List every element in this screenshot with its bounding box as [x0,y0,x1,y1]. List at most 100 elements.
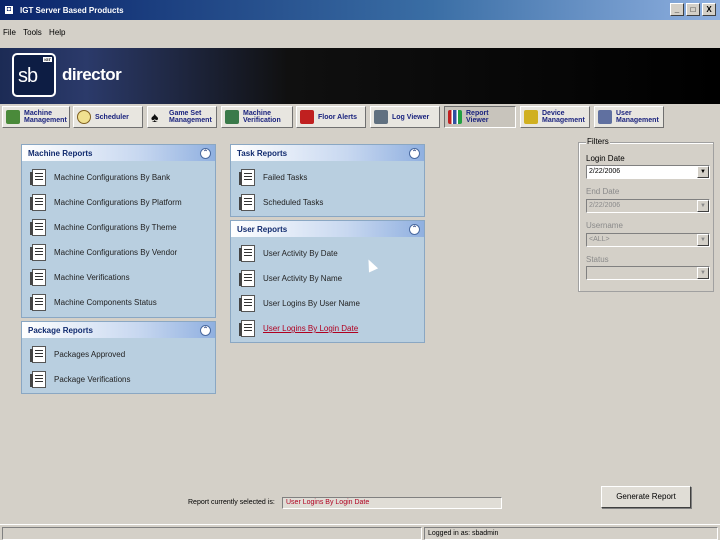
report-document-icon [239,295,255,312]
tb-label: Machine [24,110,53,117]
report-document-icon [30,244,46,261]
report-item[interactable]: User Activity By Date [231,241,424,266]
task-reports-header[interactable]: Task Reports ⌃ [231,145,424,161]
logo-badge: IGT [43,57,52,62]
report-item-label: Machine Configurations By Theme [54,223,177,232]
package-reports-header[interactable]: Package Reports ⌃ [22,322,215,338]
tb-label: Log Viewer [392,113,430,121]
panel-title: Machine Reports [28,148,93,158]
login-date-label: Login Date [586,154,625,163]
report-document-icon [30,346,46,363]
report-item-label: Machine Components Status [54,298,157,307]
dropdown-arrow-icon[interactable]: ▼ [697,234,709,246]
machine-verification-button[interactable]: Machine Verification [221,106,293,128]
collapse-icon[interactable]: ⌃ [409,147,420,159]
module-toolbar: Machine Management Scheduler ♠ Game Set Ma… [0,104,720,130]
end-date-picker[interactable]: 2/22/2006 ▼ [586,199,710,213]
login-date-value: 2/22/2006 [589,168,621,175]
report-viewer-button[interactable]: Report Viewer [444,106,516,128]
report-item-selected[interactable]: User Logins By Login Date [231,316,424,341]
collapse-icon[interactable]: ⌃ [200,147,211,159]
end-date-label: End Date [586,187,620,196]
verify-icon [225,110,239,124]
report-item-label: User Logins By User Name [263,299,360,308]
device-management-button[interactable]: Device Management [520,106,590,128]
game-set-management-button[interactable]: ♠ Game Set Management [147,106,217,128]
user-reports-header[interactable]: User Reports ⌃ [231,221,424,237]
report-item-label: User Activity By Name [263,274,343,283]
sb-logo: sb IGT [12,53,56,97]
tb-label: Scheduler [95,113,129,121]
floor-alerts-button[interactable]: Floor Alerts [296,106,366,128]
title-bar: ◘ IGT Server Based Products _ □ X [0,0,720,20]
log-viewer-button[interactable]: Log Viewer [370,106,440,128]
tb-label: Report [466,110,489,117]
dropdown-arrow-icon[interactable]: ▼ [697,166,709,178]
panel-title: Task Reports [237,148,288,158]
menu-help[interactable]: Help [46,20,67,37]
generate-report-button[interactable]: Generate Report [601,486,691,508]
username-value: <ALL> [589,236,610,243]
menu-tools[interactable]: Tools [20,20,44,37]
machine-management-button[interactable]: Machine Management [2,106,70,128]
report-item-label: Failed Tasks [263,173,308,182]
login-date-picker[interactable]: 2/22/2006 ▼ [586,165,710,179]
scheduler-button[interactable]: Scheduler [73,106,143,128]
report-document-icon [239,194,255,211]
logged-in-status: Logged in as: sbadmin [424,527,718,540]
filters-title: Filters [586,137,610,146]
report-item[interactable]: Failed Tasks [231,165,424,190]
selected-report-label: Report currently selected is: [188,499,275,506]
report-item-label: Machine Verifications [54,273,130,282]
tb-label: Management [169,117,212,124]
username-select[interactable]: <ALL> ▼ [586,233,710,247]
status-label: Status [586,255,609,264]
machine-icon [6,110,20,124]
machine-reports-panel: Machine Reports ⌃ Machine Configurations… [21,144,216,318]
spade-icon: ♠ [151,109,159,125]
report-item[interactable]: Machine Configurations By Vendor [22,240,215,265]
minimize-button[interactable]: _ [670,3,684,16]
device-icon [524,110,538,124]
logo-text: sb [18,65,38,87]
report-item[interactable]: User Logins By User Name [231,291,424,316]
task-reports-list: Failed Tasks Scheduled Tasks [231,161,424,215]
report-item[interactable]: Machine Configurations By Bank [22,165,215,190]
tb-label: Game Set [169,110,202,117]
tb-label: Machine [243,110,272,117]
log-icon [374,110,388,124]
user-reports-list: User Activity By Date User Activity By N… [231,237,424,341]
menu-file[interactable]: File [0,20,18,37]
product-name: director [62,65,122,84]
tb-label: Viewer [466,117,489,124]
report-item[interactable]: Scheduled Tasks [231,190,424,215]
report-item[interactable]: Machine Verifications [22,265,215,290]
collapse-icon[interactable]: ⌃ [200,324,211,336]
tb-label: Management [24,117,67,124]
machine-reports-header[interactable]: Machine Reports ⌃ [22,145,215,161]
user-management-button[interactable]: User Management [594,106,664,128]
report-item[interactable]: Machine Configurations By Theme [22,215,215,240]
collapse-icon[interactable]: ⌃ [409,223,420,235]
report-item-label: Machine Configurations By Bank [54,173,171,182]
machine-reports-list: Machine Configurations By Bank Machine C… [22,161,215,315]
report-item[interactable]: Packages Approved [22,342,215,367]
status-bar: Logged in as: sbadmin [0,524,720,540]
report-item-label: Machine Configurations By Platform [54,198,182,207]
clock-icon [77,110,91,124]
report-item[interactable]: User Activity By Name [231,266,424,291]
tb-label: Management [542,117,585,124]
selected-report-field: User Logins By Login Date [282,497,502,509]
alert-icon [300,110,314,124]
close-button[interactable]: X [702,3,716,16]
report-item-label: Machine Configurations By Vendor [54,248,178,257]
dropdown-arrow-icon[interactable]: ▼ [697,267,709,279]
tb-label: Management [616,117,659,124]
dropdown-arrow-icon[interactable]: ▼ [697,200,709,212]
app-icon: ◘ [4,5,14,15]
report-item[interactable]: Machine Configurations By Platform [22,190,215,215]
report-item[interactable]: Package Verifications [22,367,215,392]
maximize-button[interactable]: □ [686,3,700,16]
status-select[interactable]: ▼ [586,266,710,280]
report-item[interactable]: Machine Components Status [22,290,215,315]
